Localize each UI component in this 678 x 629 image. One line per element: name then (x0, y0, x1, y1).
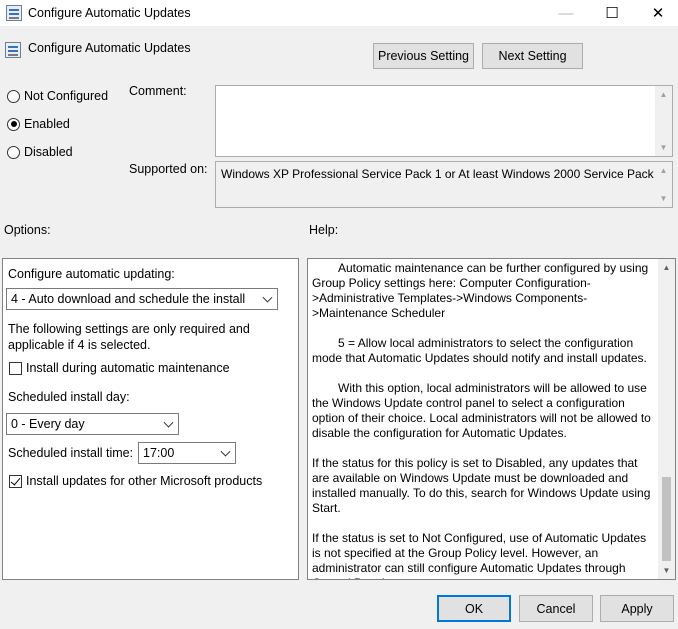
cancel-button[interactable]: Cancel (519, 595, 593, 622)
supported-on-label: Supported on: (129, 162, 208, 176)
select-value: 0 - Every day (11, 417, 85, 431)
supported-scrollbar[interactable]: ▲ ▼ (655, 162, 672, 207)
policy-setting-icon (5, 42, 21, 58)
install-time-select[interactable]: 17:00 (138, 442, 236, 464)
radio-not-configured[interactable]: Not Configured (7, 89, 108, 103)
install-day-select[interactable]: 0 - Every day (6, 413, 179, 435)
radio-circle[interactable] (7, 145, 20, 159)
supported-on-value: Windows XP Professional Service Pack 1 o… (221, 167, 664, 181)
other-products-checkbox[interactable]: Install updates for other Microsoft prod… (9, 474, 262, 488)
scroll-down-icon[interactable]: ▼ (658, 562, 675, 579)
help-label: Help: (309, 223, 339, 237)
select-value: 17:00 (143, 446, 175, 460)
title-bar: Configure Automatic Updates — ☐ ✕ (0, 0, 678, 26)
help-paragraph: 5 = Allow local administrators to select… (312, 336, 647, 365)
help-panel: Automatic maintenance can be further con… (307, 258, 676, 580)
configure-updating-select[interactable]: 4 - Auto download and schedule the insta… (6, 288, 278, 310)
radio-label: Enabled (24, 117, 70, 131)
scroll-up-icon[interactable]: ▲ (655, 86, 672, 103)
chevron-down-icon (220, 446, 231, 457)
radio-enabled[interactable]: Enabled (7, 117, 70, 131)
help-paragraph: Automatic maintenance can be further con… (312, 261, 649, 320)
close-icon: ✕ (651, 5, 665, 22)
window-title: Configure Automatic Updates (28, 6, 191, 20)
previous-setting-button[interactable]: Previous Setting (373, 43, 474, 69)
checkbox-label: Install during automatic maintenance (26, 361, 230, 375)
options-panel: Configure automatic updating: 4 - Auto d… (2, 258, 299, 580)
radio-label: Disabled (24, 145, 73, 159)
comment-scrollbar[interactable]: ▲ ▼ (655, 86, 672, 156)
install-maintenance-checkbox[interactable]: Install during automatic maintenance (9, 361, 230, 375)
chevron-down-icon (262, 292, 273, 303)
help-text: Automatic maintenance can be further con… (312, 261, 655, 579)
scroll-down-icon[interactable]: ▼ (655, 139, 672, 156)
scroll-up-icon[interactable]: ▲ (655, 162, 672, 179)
options-label: Options: (4, 223, 51, 237)
help-paragraph: If the status is set to Not Configured, … (312, 531, 647, 579)
supported-on-field: Windows XP Professional Service Pack 1 o… (215, 161, 673, 208)
setting-title: Configure Automatic Updates (28, 41, 191, 55)
install-day-label: Scheduled install day: (8, 390, 130, 404)
select-value: 4 - Auto download and schedule the insta… (11, 292, 246, 306)
scroll-up-icon[interactable]: ▲ (658, 259, 675, 276)
ok-button[interactable]: OK (437, 595, 511, 622)
scroll-thumb[interactable] (662, 477, 671, 561)
help-paragraph: If the status for this policy is set to … (312, 456, 651, 515)
radio-circle[interactable] (7, 117, 20, 131)
next-setting-button[interactable]: Next Setting (482, 43, 583, 69)
chevron-down-icon (163, 417, 174, 428)
checkbox-box[interactable] (9, 474, 22, 488)
settings-note: The following settings are only required… (8, 322, 250, 352)
minimize-button[interactable]: — (543, 0, 589, 26)
checkbox-label: Install updates for other Microsoft prod… (26, 474, 263, 488)
help-paragraph: With this option, local administrators w… (312, 381, 651, 440)
policy-icon (6, 5, 22, 21)
scroll-down-icon[interactable]: ▼ (655, 190, 672, 207)
radio-label: Not Configured (24, 89, 109, 103)
comment-field[interactable]: ▲ ▼ (215, 85, 673, 157)
help-scrollbar[interactable]: ▲ ▼ (658, 259, 675, 579)
close-button[interactable]: ✕ (635, 0, 678, 26)
maximize-icon: ☐ (605, 5, 619, 22)
minimize-icon: — (558, 4, 574, 22)
apply-button[interactable]: Apply (600, 595, 674, 622)
radio-circle[interactable] (7, 89, 20, 103)
checkbox-box[interactable] (9, 361, 22, 375)
configure-updating-label: Configure automatic updating: (8, 267, 175, 281)
comment-label: Comment: (129, 84, 187, 98)
maximize-button[interactable]: ☐ (589, 0, 635, 26)
radio-disabled[interactable]: Disabled (7, 145, 73, 159)
install-time-label: Scheduled install time: (8, 446, 134, 460)
